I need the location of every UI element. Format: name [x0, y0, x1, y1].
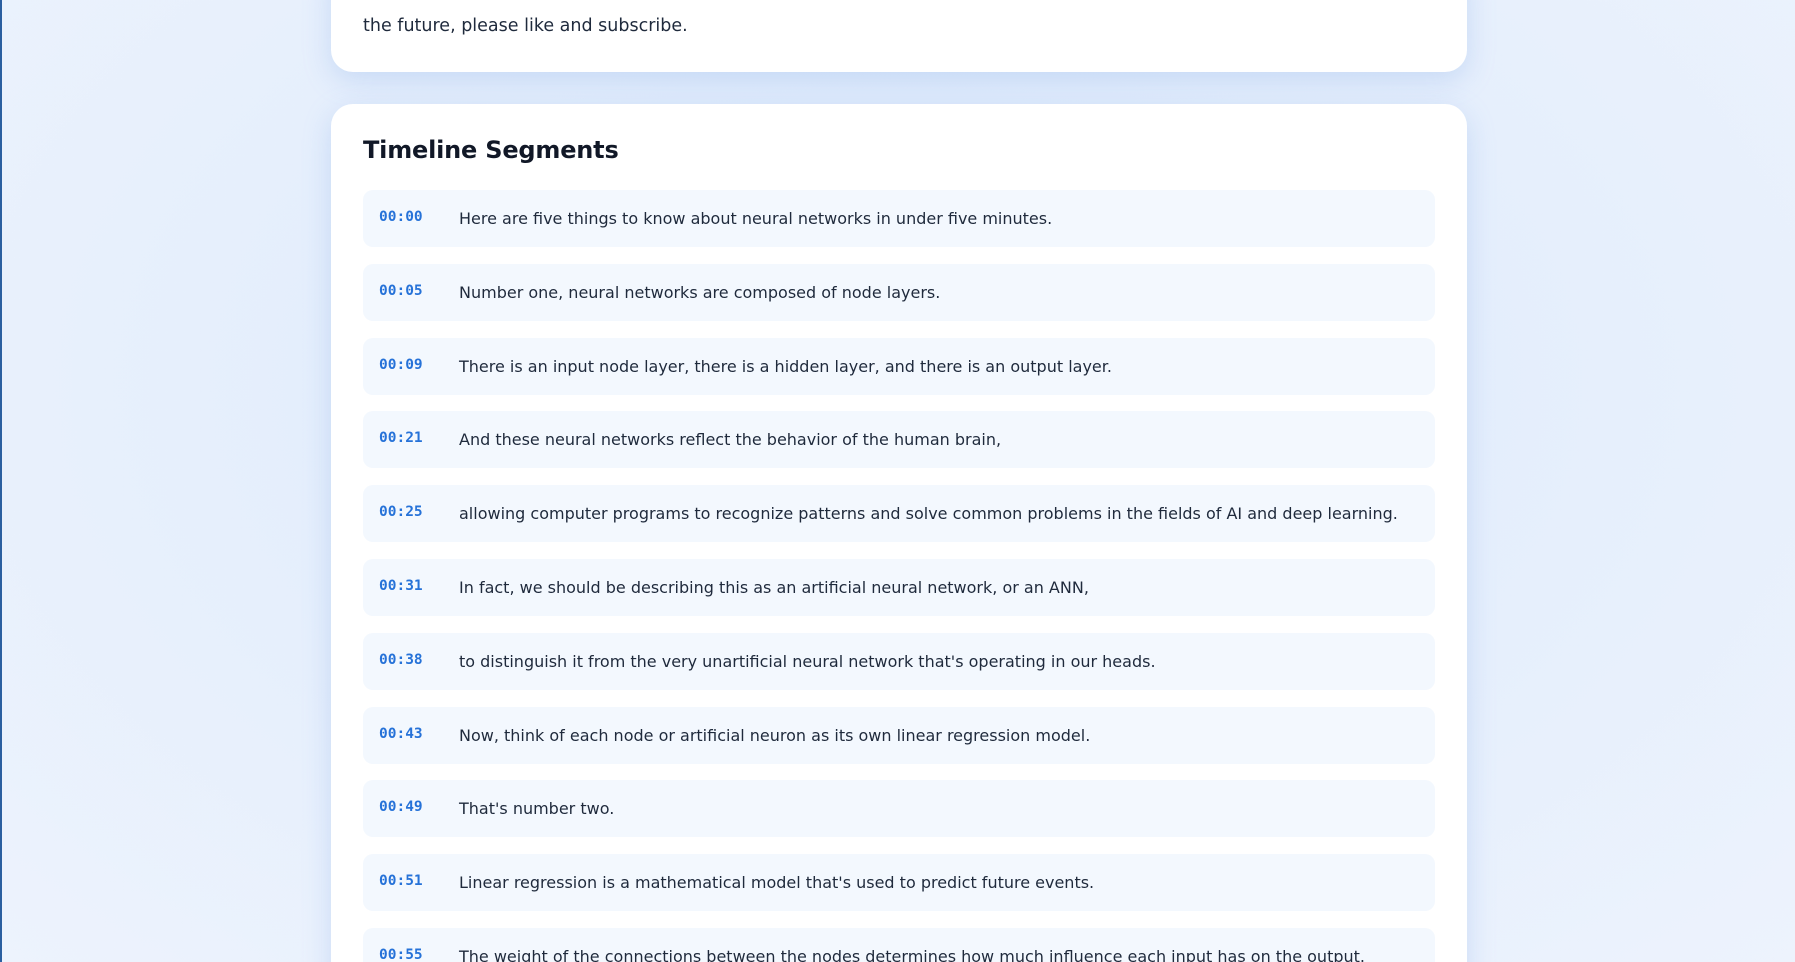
- segment-timestamp[interactable]: 00:43: [363, 726, 459, 742]
- segment-text: In fact, we should be describing this as…: [459, 577, 1089, 597]
- segment-timestamp[interactable]: 00:09: [363, 357, 459, 373]
- segment-row[interactable]: 00:05 Number one, neural networks are co…: [363, 263, 1435, 321]
- segment-row[interactable]: 00:51 Linear regression is a mathematica…: [363, 854, 1435, 912]
- segment-row[interactable]: 00:00 Here are five things to know about…: [363, 190, 1435, 247]
- segment-timestamp[interactable]: 00:05: [363, 283, 459, 299]
- segment-text: And these neural networks reflect the be…: [459, 430, 1002, 450]
- segment-text: Here are five things to know about neura…: [459, 209, 1053, 228]
- segment-row[interactable]: 00:31 In fact, we should be describing t…: [363, 558, 1435, 616]
- segment-row[interactable]: 00:55 The weight of the connections betw…: [363, 927, 1435, 962]
- segment-timestamp[interactable]: 00:55: [363, 947, 459, 962]
- segment-row[interactable]: 00:49 That's number two.: [363, 780, 1435, 838]
- segment-text: allowing computer programs to recognize …: [459, 504, 1398, 524]
- segment-timestamp[interactable]: 00:21: [363, 430, 459, 446]
- description-card: the future, please like and subscribe.: [331, 0, 1467, 72]
- segment-text: Number one, neural networks are composed…: [459, 282, 941, 302]
- segment-timestamp[interactable]: 00:25: [363, 504, 459, 520]
- description-text: the future, please like and subscribe.: [363, 16, 688, 36]
- segment-timestamp[interactable]: 00:51: [363, 873, 459, 889]
- segment-list: 00:00 Here are five things to know about…: [363, 190, 1435, 962]
- segment-row[interactable]: 00:43 Now, think of each node or artific…: [363, 706, 1435, 764]
- segment-text: to distinguish it from the very unartifi…: [459, 651, 1156, 671]
- segment-text: Linear regression is a mathematical mode…: [459, 873, 1095, 893]
- segment-row[interactable]: 00:09 There is an input node layer, ther…: [363, 337, 1435, 395]
- timeline-card: Timeline Segments 00:00 Here are five th…: [331, 104, 1467, 962]
- window-left-edge: [0, 0, 2, 962]
- segment-text: There is an input node layer, there is a…: [459, 356, 1112, 376]
- segment-row[interactable]: 00:21 And these neural networks reflect …: [363, 411, 1435, 469]
- segment-row[interactable]: 00:25 allowing computer programs to reco…: [363, 485, 1435, 543]
- segment-text: The weight of the connections between th…: [459, 946, 1365, 962]
- segment-text: Now, think of each node or artificial ne…: [459, 725, 1091, 745]
- timeline-title: Timeline Segments: [363, 136, 619, 164]
- segment-timestamp[interactable]: 00:00: [363, 209, 459, 225]
- segment-row[interactable]: 00:38 to distinguish it from the very un…: [363, 632, 1435, 690]
- segment-text: That's number two.: [459, 799, 615, 819]
- segment-timestamp[interactable]: 00:38: [363, 652, 459, 668]
- segment-timestamp[interactable]: 00:49: [363, 799, 459, 815]
- segment-timestamp[interactable]: 00:31: [363, 578, 459, 594]
